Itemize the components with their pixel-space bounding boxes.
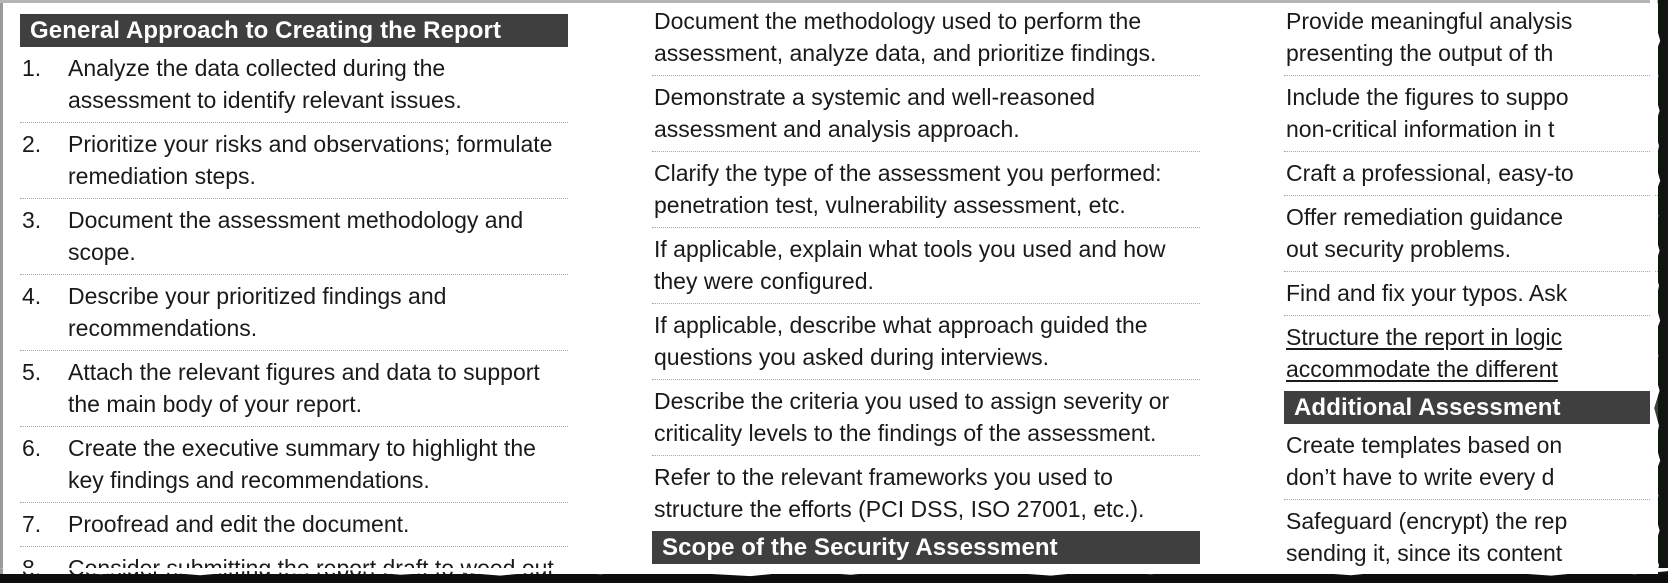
list-item: Refer to the relevant frameworks you use… (652, 456, 1200, 531)
list-item-text: Structure the report in logic accommodat… (1286, 324, 1563, 382)
list-item: Provide meaningful analysis presenting t… (1284, 0, 1668, 76)
list-item: 5. Attach the relevant figures and data … (20, 351, 568, 427)
page-bottom-torn-edge (0, 574, 1668, 583)
list-item: Find and fix your typos. Ask (1284, 272, 1668, 316)
list-item: Craft a professional, easy-to (1284, 152, 1668, 196)
section-header-additional-assessment: Additional Assessment (1284, 391, 1668, 424)
section-header-scope-of-security-assessment: Scope of the Security Assessment (652, 531, 1200, 564)
page-right-torn-edge (1658, 0, 1668, 583)
list-item-text: If applicable, describe what approach gu… (654, 312, 1154, 370)
list-item-text: Provide meaningful analysis presenting t… (1286, 8, 1573, 66)
list-item: Create templates based on don’t have to … (1284, 424, 1668, 500)
list-item-number: 1. (22, 55, 42, 81)
list-item-text: Refer to the relevant frameworks you use… (654, 464, 1145, 522)
list-item: 2. Prioritize your risks and observation… (20, 123, 568, 199)
list-item-text: Document the assessment methodology and … (68, 207, 530, 265)
list-item-number: 6. (22, 435, 42, 461)
list-item-text: Analyze the data collected during the as… (68, 55, 462, 113)
list-item-text: Demonstrate a systemic and well-reasoned… (654, 84, 1102, 142)
report-page: General Approach to Creating the Report … (0, 0, 1668, 583)
list-item: 1. Analyze the data collected during the… (20, 47, 568, 123)
list-item-text: Safeguard (encrypt) the rep sending it, … (1286, 508, 1568, 566)
list-item-text: Document the methodology used to perform… (654, 8, 1157, 66)
list-item-text: If applicable, explain what tools you us… (654, 236, 1172, 294)
list-item: 7. Proofread and edit the document. (20, 503, 568, 547)
list-item: Describe the criteria you used to assign… (652, 380, 1200, 456)
list-item-text: Find and fix your typos. Ask (1286, 280, 1568, 306)
list-item: Structure the report in logic accommodat… (1284, 316, 1668, 391)
list-item-text: Include the figures to suppo non-critica… (1286, 84, 1569, 142)
list-item-text: Prioritize your risks and observations; … (68, 131, 559, 189)
page-left-edge (0, 3, 3, 574)
list-item-number: 7. (22, 511, 42, 537)
column-additional-assessment: Provide meaningful analysis presenting t… (1284, 0, 1668, 576)
list-item: Demonstrate a systemic and well-reasoned… (652, 76, 1200, 152)
list-item: Offer remediation guidance out security … (1284, 196, 1668, 272)
list-item-text: Create templates based on don’t have to … (1286, 432, 1563, 490)
list-item-text: Create the executive summary to highligh… (68, 435, 543, 493)
list-item-text: Describe the criteria you used to assign… (654, 388, 1176, 446)
list-item-text: Attach the relevant figures and data to … (68, 359, 547, 417)
list-item-text: Clarify the type of the assessment you p… (654, 160, 1168, 218)
list-item-text: Describe your prioritized findings and r… (68, 283, 453, 341)
list-item: Include the figures to suppo non-critica… (1284, 76, 1668, 152)
column-scope-of-assessment: Document the methodology used to perform… (652, 0, 1200, 564)
list-item: 3. Document the assessment methodology a… (20, 199, 568, 275)
list-item-number: 3. (22, 207, 42, 233)
list-item-number: 2. (22, 131, 42, 157)
list-item-text: Craft a professional, easy-to (1286, 160, 1574, 186)
list-item: Clarify the type of the assessment you p… (652, 152, 1200, 228)
section-header-general-approach: General Approach to Creating the Report (20, 14, 568, 47)
list-item: Safeguard (encrypt) the rep sending it, … (1284, 500, 1668, 576)
list-item: 6. Create the executive summary to highl… (20, 427, 568, 503)
list-item: 4. Describe your prioritized findings an… (20, 275, 568, 351)
list-item-number: 4. (22, 283, 42, 309)
list-item: Document the methodology used to perform… (652, 0, 1200, 76)
list-item: If applicable, describe what approach gu… (652, 304, 1200, 380)
list-item-number: 5. (22, 359, 42, 385)
list-item-text: Offer remediation guidance out security … (1286, 204, 1564, 262)
list-item: If applicable, explain what tools you us… (652, 228, 1200, 304)
column-general-approach: General Approach to Creating the Report … (20, 0, 568, 583)
list-item-text: Proofread and edit the document. (68, 511, 410, 537)
